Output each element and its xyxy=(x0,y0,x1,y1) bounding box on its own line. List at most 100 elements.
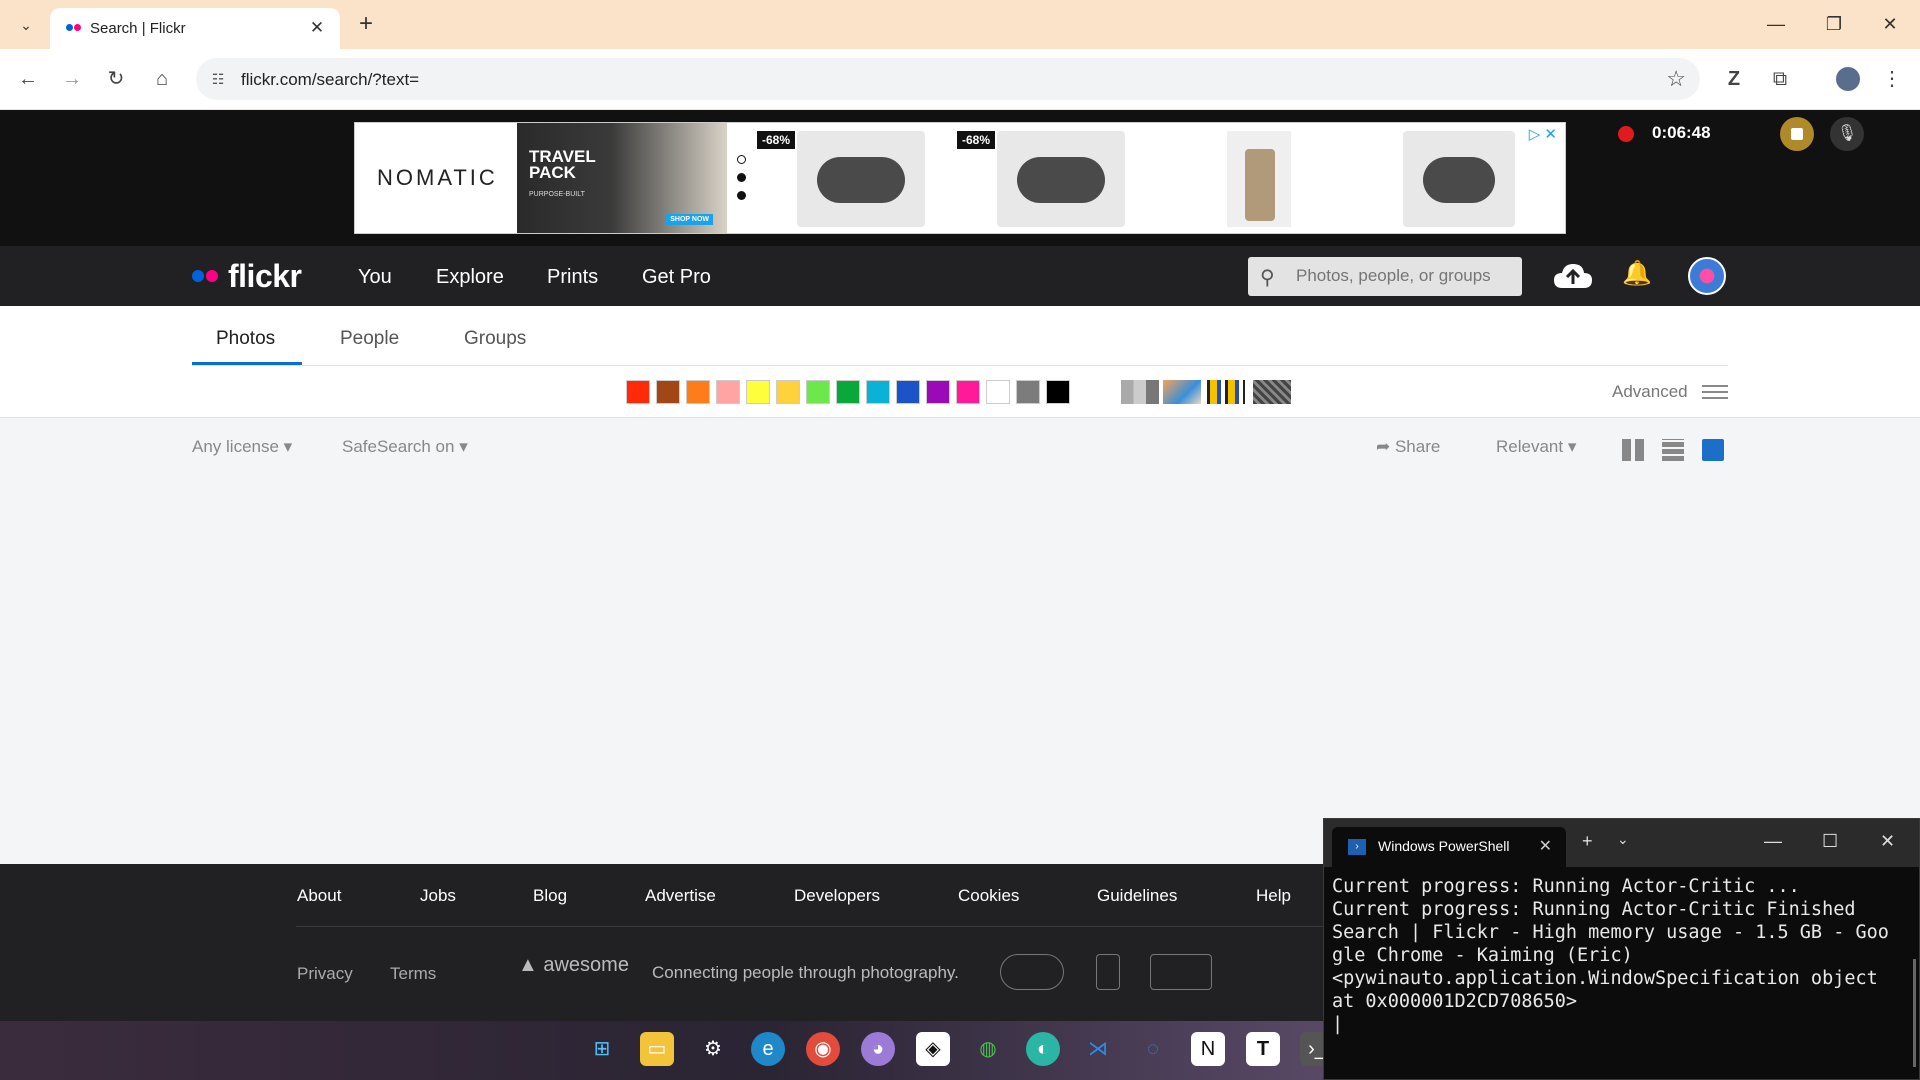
profile-avatar-icon[interactable] xyxy=(1832,63,1864,95)
tab-people[interactable]: People xyxy=(340,328,399,350)
climate-neutral-badge[interactable] xyxy=(1150,954,1212,990)
terminal-output[interactable]: Current progress: Running Actor-Critic .… xyxy=(1332,875,1892,1036)
new-tab-button[interactable]: + xyxy=(352,10,380,38)
tab-photos[interactable]: Photos xyxy=(216,328,275,350)
qq-icon[interactable]: ◈ xyxy=(916,1032,950,1066)
view-small-grid-icon[interactable] xyxy=(1622,439,1644,461)
network-app-icon[interactable]: ◌ xyxy=(1136,1032,1170,1066)
notifications-bell-icon[interactable]: 🔔 xyxy=(1622,259,1652,288)
footer-jobs[interactable]: Jobs xyxy=(420,886,456,906)
file-explorer-icon[interactable]: ▭ xyxy=(640,1032,674,1066)
terminal-minimize-icon[interactable]: — xyxy=(1764,831,1782,852)
ad-banner[interactable]: NOMATIC TRAVEL PACK PURPOSE-BUILT SHOP N… xyxy=(354,122,1566,234)
restore-icon[interactable]: ❐ xyxy=(1814,10,1854,38)
ad-carousel-dots[interactable] xyxy=(737,155,749,205)
browser-tab[interactable]: Search | Flickr ✕ xyxy=(50,8,340,49)
sliders-icon[interactable] xyxy=(1702,381,1728,403)
terminal-close-icon[interactable]: ✕ xyxy=(1880,831,1895,852)
chrome-menu-icon[interactable]: ⋮ xyxy=(1876,63,1908,95)
footer-about[interactable]: About xyxy=(297,886,341,906)
flickr-logo[interactable]: flickr xyxy=(192,258,302,294)
home-icon[interactable]: ⌂ xyxy=(146,63,178,95)
terminal-maximize-icon[interactable]: ☐ xyxy=(1822,831,1838,852)
chrome-icon[interactable]: ◉ xyxy=(806,1032,840,1066)
close-window-icon[interactable]: ✕ xyxy=(1870,10,1910,38)
color-swatch[interactable] xyxy=(626,380,650,404)
notion-icon[interactable]: N xyxy=(1191,1032,1225,1066)
safesearch-dropdown[interactable]: SafeSearch on ▾ xyxy=(342,437,468,457)
ad-choices-icon[interactable]: ▷ ✕ xyxy=(1529,125,1557,143)
powershell-tab-close-icon[interactable]: ✕ xyxy=(1539,836,1552,856)
cat-app-icon[interactable]: ◕ xyxy=(861,1032,895,1066)
search-input[interactable] xyxy=(1296,266,1511,286)
sort-dropdown[interactable]: Relevant ▾ xyxy=(1496,437,1576,457)
ad-product-image[interactable] xyxy=(797,131,925,227)
address-bar[interactable]: ☷ flickr.com/search/?text= ☆ xyxy=(196,58,1700,100)
great-place-badge[interactable] xyxy=(1096,954,1120,990)
terminal-scrollbar[interactable] xyxy=(1913,959,1916,1067)
color-swatch[interactable] xyxy=(926,380,950,404)
tab-close-icon[interactable]: ✕ xyxy=(306,17,328,39)
forward-icon[interactable]: → xyxy=(56,63,88,95)
vscode-icon[interactable]: ⋊ xyxy=(1081,1032,1115,1066)
footer-help[interactable]: Help xyxy=(1256,886,1291,906)
upload-cloud-icon[interactable] xyxy=(1552,260,1594,292)
footer-privacy[interactable]: Privacy xyxy=(297,964,353,984)
reload-icon[interactable]: ↻ xyxy=(100,63,132,95)
footer-terms[interactable]: Terms xyxy=(390,964,436,984)
style-minimalism[interactable] xyxy=(1207,380,1245,404)
color-swatch[interactable] xyxy=(686,380,710,404)
color-swatch[interactable] xyxy=(986,380,1010,404)
minimize-icon[interactable]: — xyxy=(1756,10,1796,38)
color-swatch[interactable] xyxy=(836,380,860,404)
footer-blog[interactable]: Blog xyxy=(533,886,567,906)
license-dropdown[interactable]: Any license ▾ xyxy=(192,437,292,457)
stop-recording-button[interactable] xyxy=(1780,117,1814,151)
style-patterns[interactable] xyxy=(1253,380,1291,404)
terminal-dropdown-icon[interactable]: ⌄ xyxy=(1617,831,1629,848)
extensions-puzzle-icon[interactable]: ⧉ xyxy=(1764,63,1796,95)
style-black-white[interactable] xyxy=(1121,380,1159,404)
powershell-tab[interactable]: › Windows PowerShell ✕ xyxy=(1332,827,1566,867)
footer-developers[interactable]: Developers xyxy=(794,886,880,906)
back-icon[interactable]: ← xyxy=(12,63,44,95)
color-swatch[interactable] xyxy=(776,380,800,404)
color-swatch[interactable] xyxy=(896,380,920,404)
nav-you[interactable]: You xyxy=(358,266,392,289)
advanced-search-link[interactable]: Advanced xyxy=(1612,382,1688,402)
nav-explore[interactable]: Explore xyxy=(436,266,504,289)
new-terminal-tab-icon[interactable]: + xyxy=(1582,831,1593,852)
site-info-icon[interactable]: ☷ xyxy=(208,69,228,89)
color-swatch[interactable] xyxy=(806,380,830,404)
tab-groups[interactable]: Groups xyxy=(464,328,526,350)
wechat-icon[interactable]: ◍ xyxy=(971,1032,1005,1066)
ad-product-image[interactable] xyxy=(997,131,1125,227)
settings-gear-icon[interactable]: ⚙ xyxy=(696,1032,730,1066)
footer-cookies[interactable]: Cookies xyxy=(958,886,1019,906)
view-large-icon[interactable] xyxy=(1702,439,1724,461)
share-button[interactable]: ➦ Share xyxy=(1376,437,1440,457)
color-swatch[interactable] xyxy=(956,380,980,404)
green-app-icon[interactable]: ◐ xyxy=(1026,1032,1060,1066)
color-swatch[interactable] xyxy=(746,380,770,404)
conservation-alliance-badge[interactable] xyxy=(1246,954,1312,990)
color-swatch[interactable] xyxy=(716,380,740,404)
ad-promo-image[interactable]: TRAVEL PACK PURPOSE-BUILT SHOP NOW xyxy=(517,123,727,233)
color-swatch[interactable] xyxy=(1016,380,1040,404)
ad-product-image[interactable] xyxy=(1403,131,1515,227)
color-swatch[interactable] xyxy=(656,380,680,404)
tab-search-dropdown-icon[interactable]: ⌄ xyxy=(12,12,40,38)
user-avatar[interactable] xyxy=(1688,257,1726,295)
bookmark-star-icon[interactable]: ☆ xyxy=(1666,66,1686,92)
style-shallow-depth[interactable] xyxy=(1163,380,1201,404)
windows-start-icon[interactable]: ⊞ xyxy=(585,1032,619,1066)
ad-product-image[interactable] xyxy=(1227,131,1291,227)
color-swatch[interactable] xyxy=(866,380,890,404)
nav-get-pro[interactable]: Get Pro xyxy=(642,266,711,289)
flickr-search-box[interactable]: ⚲ xyxy=(1248,257,1522,296)
one-percent-planet-badge[interactable] xyxy=(1000,954,1064,990)
mic-muted-icon[interactable]: 🎙 xyxy=(1830,117,1864,151)
z-extension-icon[interactable]: Z xyxy=(1718,63,1750,95)
typora-icon[interactable]: T xyxy=(1246,1032,1280,1066)
nav-prints[interactable]: Prints xyxy=(547,266,598,289)
